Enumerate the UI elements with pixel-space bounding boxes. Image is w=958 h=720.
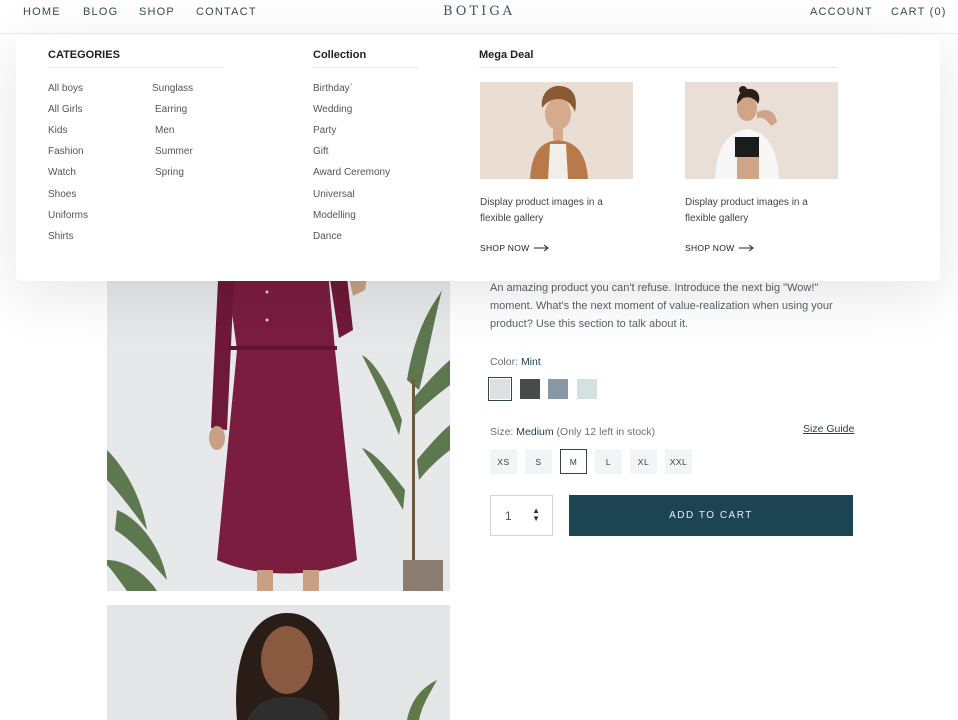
stock-note: (Only 12 left in stock) — [556, 426, 656, 438]
deal-image-man[interactable] — [480, 82, 633, 179]
arrow-right-icon — [534, 244, 550, 252]
nav-cart[interactable]: CART (0) — [891, 6, 947, 18]
quantity-stepper[interactable]: 1 ▲ ▼ — [490, 495, 553, 536]
nav-account[interactable]: ACCOUNT — [810, 6, 873, 18]
size-option-m[interactable]: M — [560, 449, 587, 474]
mega-deal-heading: Mega Deal — [479, 49, 838, 68]
size-value: Medium — [516, 426, 554, 438]
arrow-right-icon — [739, 244, 755, 252]
menu-item-all-boys[interactable]: All boys — [48, 83, 83, 94]
menu-item-fashion[interactable]: Fashion — [48, 146, 84, 157]
size-label-row: Size: Medium (Only 12 left in stock) — [490, 426, 655, 438]
color-swatch-charcoal[interactable] — [520, 379, 540, 399]
menu-item-earring[interactable]: Earring — [155, 104, 187, 115]
mega-menu-dropdown: CATEGORIES All boys All Girls Kids Fashi… — [16, 35, 940, 281]
stepper-arrows-icon[interactable]: ▲ ▼ — [532, 507, 540, 523]
color-swatch-light-gray[interactable] — [488, 377, 512, 401]
menu-item-award-ceremony[interactable]: Award Ceremony — [313, 167, 390, 178]
product-image-main[interactable] — [107, 260, 450, 591]
size-option-xxl[interactable]: XXL — [665, 449, 692, 474]
add-to-cart-button[interactable]: ADD TO CART — [569, 495, 853, 536]
color-value: Mint — [520, 356, 541, 368]
menu-item-party[interactable]: Party — [313, 125, 336, 136]
product-description: An amazing product you can't refuse. Int… — [490, 282, 833, 330]
deal-image-woman[interactable] — [685, 82, 838, 179]
menu-item-all-girls[interactable]: All Girls — [48, 104, 82, 115]
menu-item-shoes[interactable]: Shoes — [48, 189, 76, 200]
size-option-l[interactable]: L — [595, 449, 622, 474]
size-option-s[interactable]: S — [525, 449, 552, 474]
color-swatch-slate-blue[interactable] — [548, 379, 568, 399]
menu-item-gift[interactable]: Gift — [313, 146, 329, 157]
shop-now-label[interactable]: SHOP NOW — [480, 243, 529, 253]
size-option-xs[interactable]: XS — [490, 449, 517, 474]
menu-item-sunglass[interactable]: Sunglass — [152, 83, 193, 94]
size-label: Size: — [490, 426, 514, 438]
shop-now-link-1[interactable]: SHOP NOW — [480, 243, 550, 253]
menu-item-watch[interactable]: Watch — [48, 167, 76, 178]
color-label: Color: — [490, 356, 519, 368]
menu-item-spring[interactable]: Spring — [155, 167, 184, 178]
menu-item-summer[interactable]: Summer — [155, 146, 193, 157]
color-label-row: Color: Mint — [490, 356, 541, 368]
quantity-value[interactable]: 1 — [505, 509, 512, 523]
shop-now-link-2[interactable]: SHOP NOW — [685, 243, 755, 253]
deal-card-1-text: Display product images in a flexible gal… — [480, 197, 603, 224]
menu-item-uniforms[interactable]: Uniforms — [48, 210, 88, 221]
categories-heading: CATEGORIES — [48, 49, 224, 68]
menu-item-wedding[interactable]: Wedding — [313, 104, 352, 115]
deal-card-2-text: Display product images in a flexible gal… — [685, 197, 808, 224]
collection-heading: Collection — [313, 49, 419, 68]
menu-item-birthday[interactable]: Birthday` — [313, 83, 353, 94]
menu-item-men[interactable]: Men — [155, 125, 174, 136]
menu-item-universal[interactable]: Universal — [313, 189, 355, 200]
menu-item-modelling[interactable]: Modelling — [313, 210, 356, 221]
top-navigation: HOME BLOG SHOP CONTACT BOTIGA ACCOUNT CA… — [0, 0, 958, 34]
menu-item-shirts[interactable]: Shirts — [48, 231, 74, 242]
menu-item-dance[interactable]: Dance — [313, 231, 342, 242]
product-image-secondary[interactable] — [107, 605, 450, 720]
shop-now-label[interactable]: SHOP NOW — [685, 243, 734, 253]
color-swatch-mint[interactable] — [577, 379, 597, 399]
menu-item-kids[interactable]: Kids — [48, 125, 67, 136]
size-guide-link[interactable]: Size Guide — [803, 423, 854, 435]
size-option-xl[interactable]: XL — [630, 449, 657, 474]
